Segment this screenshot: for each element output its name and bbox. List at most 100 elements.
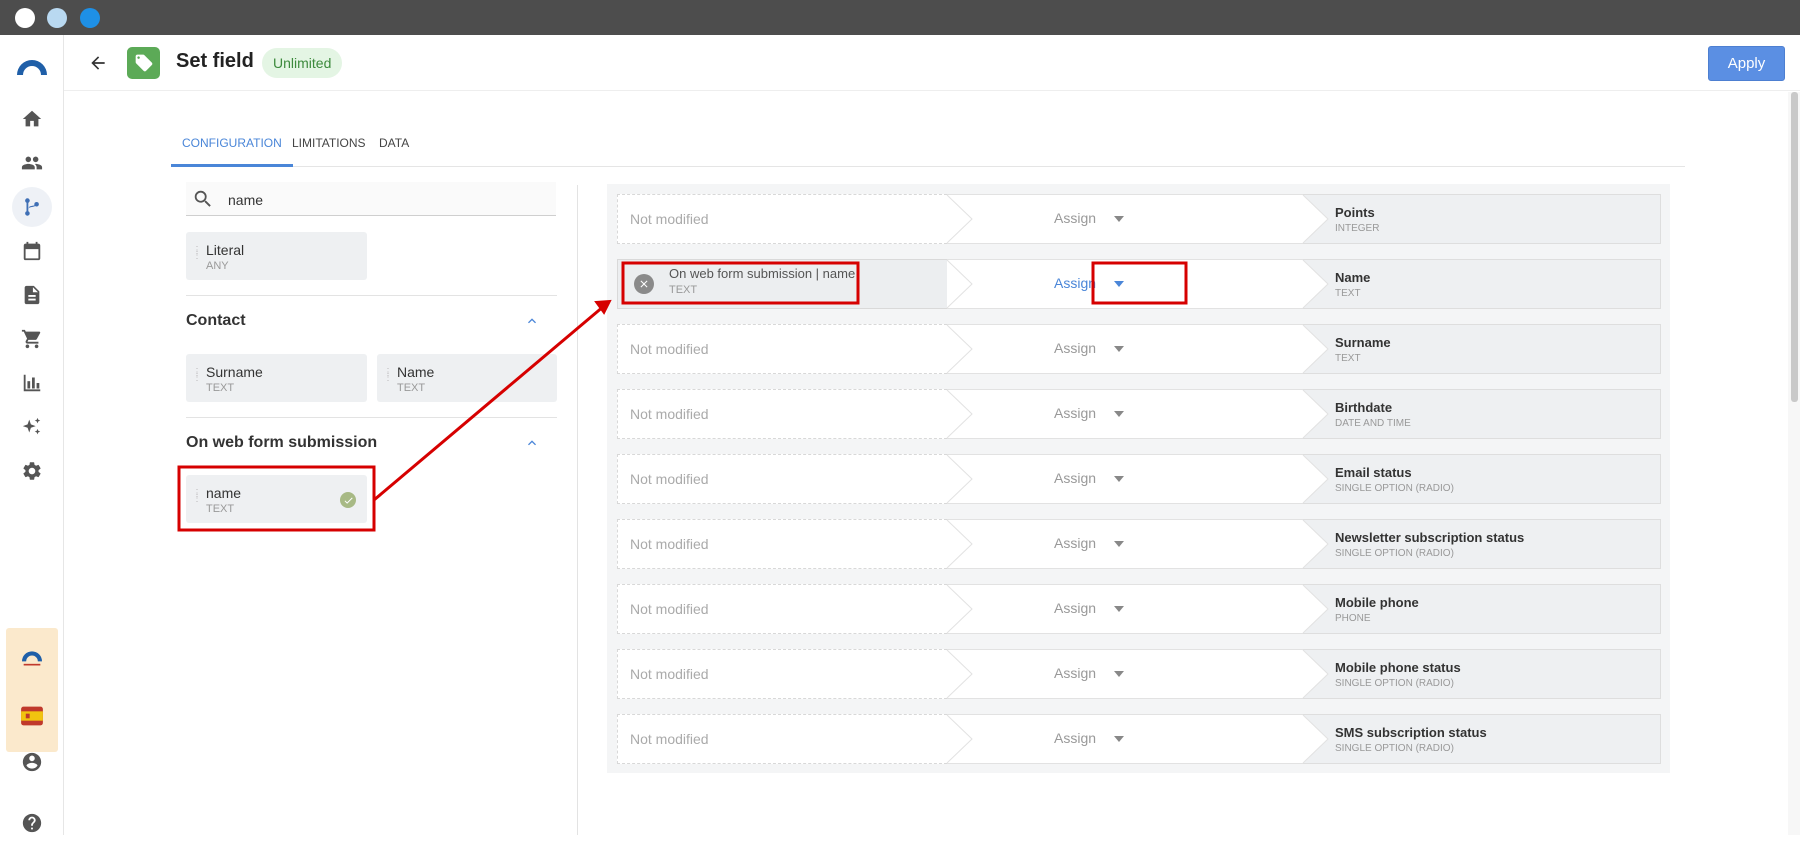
cart-icon[interactable] [12,319,52,359]
source-cell[interactable]: On web form submission | name TEXT [617,259,947,309]
dropdown-arrow-icon[interactable] [1114,671,1124,677]
window-close-button[interactable] [15,8,35,28]
source-cell[interactable]: Not modified [617,324,947,374]
drag-handle-icon[interactable]: ⋮ ⋮ [192,489,202,507]
target-field-cell: Mobile phone status SINGLE OPTION (RADIO… [1303,649,1661,699]
search-box [186,182,556,216]
dropdown-arrow-icon[interactable] [1114,476,1124,482]
drag-handle-icon[interactable]: ⋮ ⋮ [192,368,202,386]
dropdown-arrow-icon[interactable] [1114,736,1124,742]
mapping-row: Not modified Assign Mobile phone PHONE [617,584,1661,634]
source-cell[interactable]: Not modified [617,389,947,439]
operation-select[interactable]: Assign [1054,519,1096,569]
target-field-name: Email status [1335,465,1412,480]
help-icon[interactable] [12,803,52,843]
window-maximize-button[interactable] [80,8,100,28]
target-field-cell: Name TEXT [1303,259,1661,309]
target-field-cell: Mobile phone PHONE [1303,584,1661,634]
home-icon[interactable] [12,99,52,139]
operation-select[interactable]: Assign [1054,259,1096,309]
target-field-name: SMS subscription status [1335,725,1487,740]
document-icon[interactable] [12,275,52,315]
tab-configuration[interactable]: Configuration [171,120,293,167]
dropdown-arrow-icon[interactable] [1114,541,1124,547]
target-field-type: TEXT [1335,353,1361,364]
operation-cell [947,194,1303,244]
chip-type: TEXT [397,382,426,394]
flag-icon[interactable] [14,698,50,734]
search-input[interactable] [226,189,546,211]
operation-cell [947,389,1303,439]
source-cell[interactable]: Not modified [617,649,947,699]
panel-divider [577,185,578,835]
operation-select[interactable]: Assign [1054,649,1096,699]
dropdown-arrow-icon[interactable] [1114,606,1124,612]
operation-select[interactable]: Assign [1054,714,1096,764]
tab-limitations[interactable]: Limitations [281,120,377,167]
literal-chip[interactable]: ⋮ ⋮ Literal ANY [186,232,367,280]
target-field-cell: SMS subscription status SINGLE OPTION (R… [1303,714,1661,764]
brand-panel [6,628,58,752]
operation-select[interactable]: Assign [1054,454,1096,504]
source-cell[interactable]: Not modified [617,519,947,569]
mapping-row: On web form submission | name TEXT Assig… [617,259,1661,309]
target-field-name: Name [1335,270,1371,285]
source-cell[interactable]: Not modified [617,454,947,504]
drag-handle-icon[interactable]: ⋮ ⋮ [192,246,202,264]
operation-select[interactable]: Assign [1054,194,1096,244]
window-minimize-button[interactable] [47,8,67,28]
field-chip-surname[interactable]: ⋮ ⋮ Surname TEXT [186,354,367,402]
drag-handle-icon[interactable]: ⋮ ⋮ [383,368,393,386]
field-chip-web-name[interactable]: ⋮ ⋮ name TEXT [186,475,367,523]
apply-button[interactable]: Apply [1708,46,1785,81]
gear-icon[interactable] [12,451,52,491]
chip-name: Literal [206,242,245,258]
target-field-name: Newsletter subscription status [1335,530,1525,545]
target-field-name: Points [1335,205,1375,220]
target-field-type: SINGLE OPTION (RADIO) [1335,483,1454,494]
brand-logo-icon[interactable] [14,640,50,676]
dropdown-arrow-icon[interactable] [1114,216,1124,222]
source-cell[interactable]: Not modified [617,194,947,244]
source-cell[interactable]: Not modified [617,584,947,634]
dropdown-arrow-icon[interactable] [1114,281,1124,287]
field-chip-name[interactable]: ⋮ ⋮ Name TEXT [377,354,557,402]
back-button[interactable] [84,49,112,77]
mapping-row: Not modified Assign Mobile phone status … [617,649,1661,699]
target-field-type: TEXT [1335,288,1361,299]
mapping-row: Not modified Assign SMS subscription sta… [617,714,1661,764]
contacts-icon[interactable] [12,143,52,183]
target-field-type: INTEGER [1335,223,1380,234]
target-field-type: SINGLE OPTION (RADIO) [1335,678,1454,689]
search-icon [194,190,211,207]
dropdown-arrow-icon[interactable] [1114,346,1124,352]
sparkle-icon[interactable] [12,407,52,447]
mapping-row: Not modified Assign Birthdate DATE AND T… [617,389,1661,439]
calendar-icon[interactable] [12,231,52,271]
source-cell[interactable]: Not modified [617,714,947,764]
tab-data[interactable]: Data [368,120,420,167]
automation-icon[interactable] [12,187,52,227]
target-field-cell: Surname TEXT [1303,324,1661,374]
operation-cell [947,519,1303,569]
chart-icon[interactable] [12,363,52,403]
app-logo-icon[interactable] [14,51,50,87]
chip-name: Name [397,364,435,380]
chevron-up-icon[interactable] [524,435,540,451]
chevron-up-icon[interactable] [524,313,540,329]
operation-cell [947,584,1303,634]
scrollbar-thumb[interactable] [1791,92,1798,402]
dropdown-arrow-icon[interactable] [1114,411,1124,417]
remove-source-icon[interactable] [634,274,654,294]
source-name: On web form submission | name [669,266,856,281]
divider [186,295,557,296]
operation-select[interactable]: Assign [1054,324,1096,374]
operation-cell [947,649,1303,699]
source-type: TEXT [669,284,698,296]
target-field-cell: Birthdate DATE AND TIME [1303,389,1661,439]
operation-select[interactable]: Assign [1054,584,1096,634]
window-title-bar [0,0,1800,35]
user-icon[interactable] [12,742,52,782]
operation-select[interactable]: Assign [1054,389,1096,439]
operation-cell [947,259,1303,309]
